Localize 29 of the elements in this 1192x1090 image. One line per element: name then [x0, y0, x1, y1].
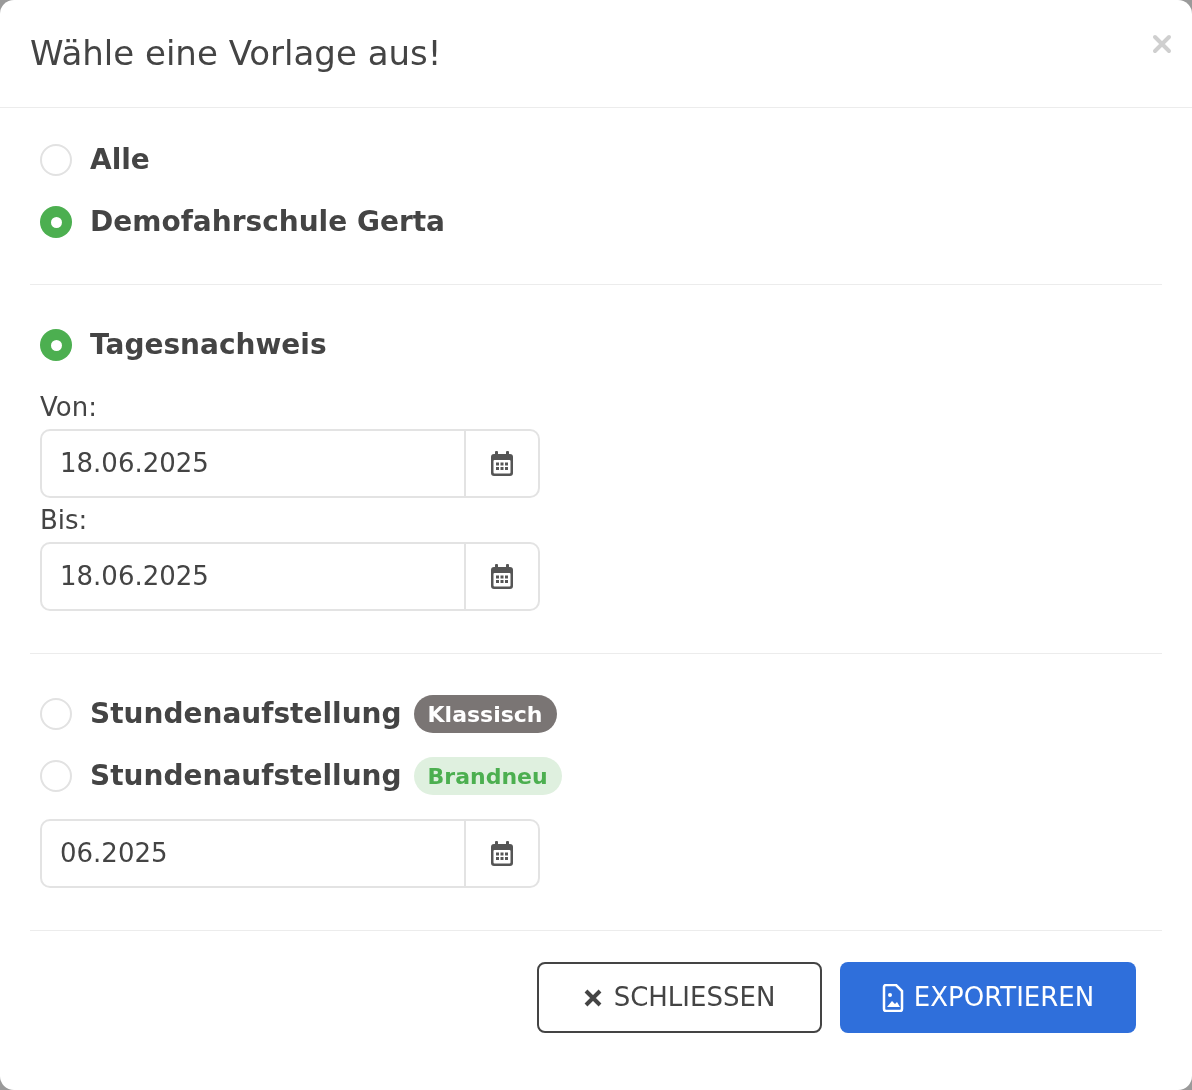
radio-button[interactable] — [40, 760, 72, 792]
date-value: 18.06.2025 — [59, 560, 210, 593]
badge: Brandneu — [413, 757, 562, 795]
option-label[interactable]: Stundenaufstellung — [90, 693, 402, 735]
date-field[interactable]: 18.06.2025 — [40, 542, 540, 611]
option-label[interactable]: Alle — [90, 139, 150, 181]
x-icon — [583, 988, 602, 1007]
calendar-icon — [489, 562, 515, 591]
calendar-icon — [489, 839, 515, 868]
close-button[interactable]: SCHLIESSEN — [537, 962, 822, 1033]
option-label[interactable]: Stundenaufstellung — [90, 755, 402, 797]
date-field[interactable]: 18.06.2025 — [40, 429, 540, 498]
radio-button[interactable] — [40, 206, 72, 238]
badge: Klassisch — [413, 695, 557, 733]
dialog-title: Wähle eine Vorlage aus! — [30, 32, 442, 75]
option-label[interactable]: Demofahrschule Gerta — [90, 201, 445, 243]
radio-button[interactable] — [40, 329, 72, 361]
radio-button[interactable] — [40, 144, 72, 176]
close-icon[interactable] — [1152, 33, 1172, 54]
export-button[interactable]: EXPORTIEREN — [840, 962, 1136, 1033]
date-value: 06.2025 — [59, 837, 169, 870]
radio-button[interactable] — [40, 698, 72, 730]
option-label[interactable]: Tagesnachweis — [90, 324, 327, 366]
calendar-icon — [489, 449, 515, 478]
date-value: 18.06.2025 — [59, 447, 210, 480]
field-label: Von: — [40, 393, 98, 421]
field-label: Bis: — [40, 506, 89, 534]
date-field[interactable]: 06.2025 — [40, 819, 540, 888]
image-file-icon — [881, 983, 904, 1012]
